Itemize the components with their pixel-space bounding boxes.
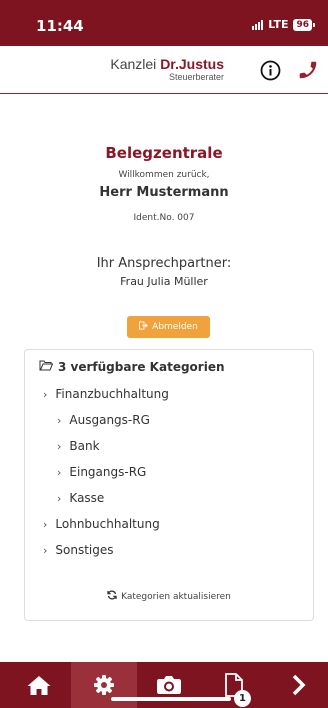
user-name: Herr Mustermann xyxy=(99,185,229,200)
welcome-text: Willkommen zurück, xyxy=(118,170,210,180)
brand-logo: Kanzlei Dr.Justus Steuerberater xyxy=(110,57,224,82)
category-label: Sonstiges xyxy=(55,543,114,557)
category-item-finanzbuchhaltung[interactable]: › Finanzbuchhaltung xyxy=(43,387,169,401)
category-item-eingangs-rg[interactable]: › Eingangs-RG xyxy=(57,465,146,479)
categories-heading-text: 3 verfügbare Kategorien xyxy=(58,360,225,374)
chevron-right-icon: › xyxy=(57,413,62,427)
category-label: Eingangs-RG xyxy=(69,465,147,479)
chevron-right-icon xyxy=(292,674,306,696)
home-indicator xyxy=(111,697,231,701)
category-label: Ausgangs-RG xyxy=(69,413,150,427)
status-indicators: LTE 96 xyxy=(252,18,315,31)
phone-icon[interactable] xyxy=(297,59,319,81)
chevron-right-icon: › xyxy=(43,543,48,557)
chevron-right-icon: › xyxy=(57,465,62,479)
categories-panel: 3 verfügbare Kategorien › Finanzbuchhalt… xyxy=(24,349,314,621)
category-label: Finanzbuchhaltung xyxy=(55,387,169,401)
settings-icon xyxy=(94,675,114,695)
categories-heading: 3 verfügbare Kategorien xyxy=(39,360,225,374)
category-item-sonstiges[interactable]: › Sonstiges xyxy=(43,543,114,557)
status-bar: 11:44 LTE 96 xyxy=(0,0,328,46)
brand-subtitle: Steuerberater xyxy=(168,72,224,82)
logout-icon xyxy=(139,321,149,333)
home-icon xyxy=(27,676,51,695)
chevron-right-icon: › xyxy=(57,491,62,505)
category-label: Kasse xyxy=(69,491,105,505)
folder-open-icon xyxy=(39,360,54,374)
category-item-ausgangs-rg[interactable]: › Ausgangs-RG xyxy=(57,413,150,427)
category-item-bank[interactable]: › Bank xyxy=(57,439,100,453)
category-item-lohnbuchhaltung[interactable]: › Lohnbuchhaltung xyxy=(43,517,160,531)
battery-icon: 96 xyxy=(293,18,315,31)
category-label: Bank xyxy=(69,439,100,453)
category-label: Lohnbuchhaltung xyxy=(55,517,160,531)
page-title: Belegzentrale xyxy=(105,144,223,162)
chevron-right-icon: › xyxy=(43,517,48,531)
tab-home[interactable] xyxy=(6,662,72,708)
tab-settings[interactable] xyxy=(71,662,137,708)
refresh-categories-button[interactable]: Kategorien aktualisieren xyxy=(25,590,313,603)
app-header: Kanzlei Dr.Justus Steuerberater xyxy=(0,46,328,94)
contact-name: Frau Julia Müller xyxy=(120,275,208,288)
signal-icon xyxy=(252,19,264,30)
bottom-tab-bar xyxy=(0,662,328,708)
refresh-label: Kategorien aktualisieren xyxy=(121,591,231,602)
category-item-kasse[interactable]: › Kasse xyxy=(57,491,104,505)
info-icon[interactable] xyxy=(260,60,281,81)
document-badge: 1 xyxy=(234,690,251,707)
tab-camera[interactable] xyxy=(136,662,202,708)
logout-button[interactable]: Abmelden xyxy=(127,316,210,338)
network-label: LTE xyxy=(268,18,289,31)
refresh-icon xyxy=(107,590,117,603)
contact-heading: Ihr Ansprechpartner: xyxy=(96,256,232,271)
brand-prefix: Kanzlei xyxy=(110,56,161,72)
ident-number: Ident.No. 007 xyxy=(133,213,195,223)
chevron-right-icon: › xyxy=(57,439,62,453)
logout-label: Abmelden xyxy=(152,322,198,332)
tab-next[interactable] xyxy=(266,662,328,708)
status-time: 11:44 xyxy=(36,17,84,35)
brand-name: Dr.Justus xyxy=(160,56,224,72)
chevron-right-icon: › xyxy=(43,387,48,401)
camera-icon xyxy=(157,676,181,694)
